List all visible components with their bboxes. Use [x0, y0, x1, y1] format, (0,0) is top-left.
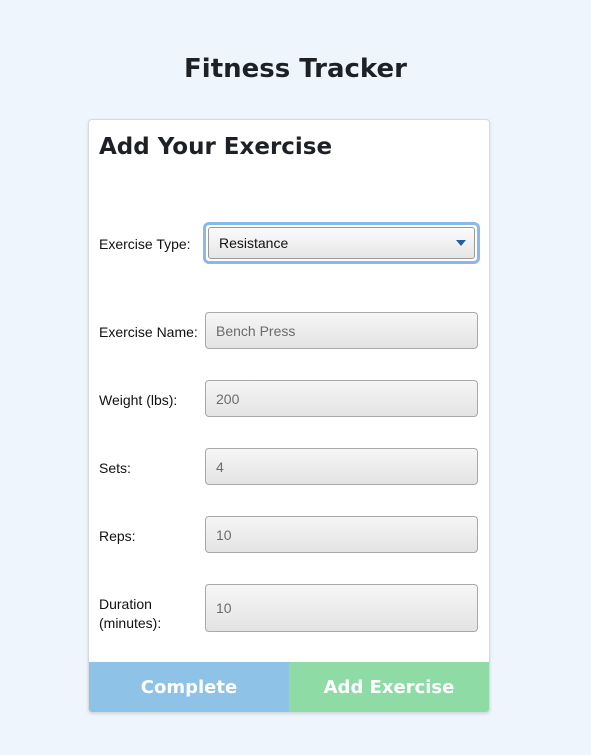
reps-label: Reps: — [99, 528, 136, 544]
exercise-type-label: Exercise Type: — [99, 236, 191, 252]
weight-input[interactable]: 200 — [205, 380, 478, 417]
page-title: Fitness Tracker — [184, 54, 407, 84]
exercise-type-select-box[interactable]: Resistance — [208, 227, 475, 259]
duration-input[interactable]: 10 — [205, 584, 478, 632]
reps-input[interactable]: 10 — [205, 516, 478, 553]
chevron-down-icon — [456, 240, 466, 246]
form-actions: Complete Add Exercise — [89, 662, 489, 712]
exercise-type-select[interactable]: Resistance — [203, 222, 480, 264]
weight-placeholder: 200 — [216, 390, 240, 407]
sets-label: Sets: — [99, 460, 131, 476]
exercise-name-label: Exercise Name: — [99, 324, 198, 340]
duration-label: Duration (minutes): — [99, 596, 162, 631]
complete-button[interactable]: Complete — [89, 662, 289, 712]
exercise-form-card: Add Your Exercise Exercise Type: Resista… — [88, 119, 490, 713]
add-exercise-button[interactable]: Add Exercise — [289, 662, 489, 712]
exercise-name-input[interactable]: Bench Press — [205, 312, 478, 349]
exercise-type-selected-value: Resistance — [219, 235, 289, 251]
duration-placeholder: 10 — [216, 600, 232, 616]
reps-placeholder: 10 — [216, 526, 232, 543]
exercise-name-placeholder: Bench Press — [216, 322, 296, 339]
sets-input[interactable]: 4 — [205, 448, 478, 485]
sets-placeholder: 4 — [216, 458, 224, 475]
form-heading: Add Your Exercise — [99, 134, 333, 160]
weight-label: Weight (lbs): — [99, 392, 178, 408]
